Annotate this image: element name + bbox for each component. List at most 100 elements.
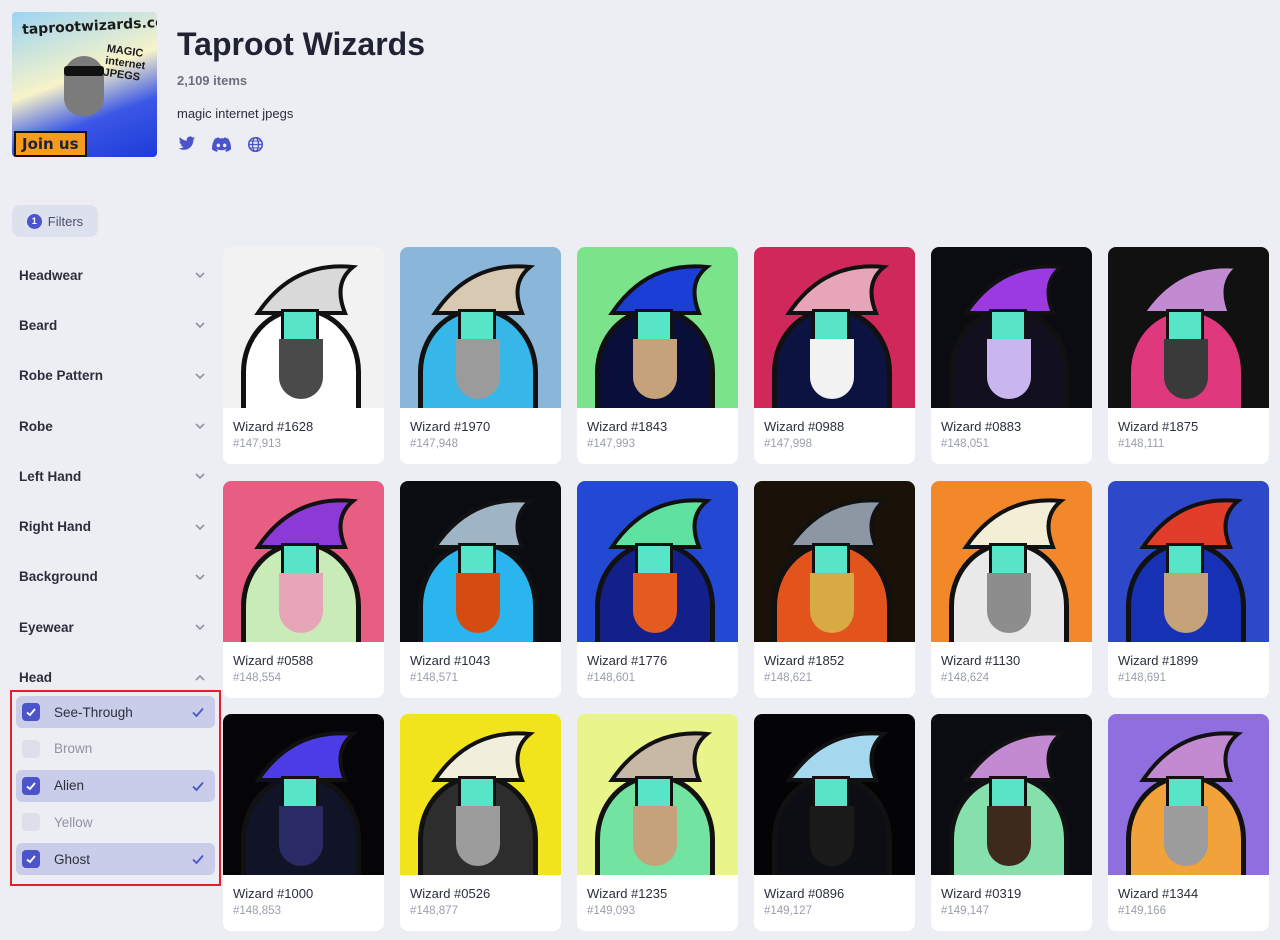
facet-background[interactable]: Background (12, 552, 216, 602)
chevron-down-icon (195, 272, 205, 279)
facet-label: Beard (19, 317, 58, 333)
checkbox-check-icon (26, 708, 36, 717)
facet-label: Robe (19, 418, 53, 434)
item-count: 2,109 items (177, 73, 248, 88)
nft-inscription-number: #148,554 (233, 672, 281, 684)
facet-left-hand[interactable]: Left Hand (12, 451, 216, 501)
nft-name: Wizard #0319 (941, 886, 1022, 901)
nft-card[interactable]: Wizard #1628 #147,913 (223, 247, 384, 464)
nft-card[interactable]: Wizard #1843 #147,993 (577, 247, 738, 464)
option-label: See-Through (54, 704, 133, 720)
head-option-yellow[interactable]: Yellow (16, 806, 215, 838)
option-label: Yellow (54, 814, 93, 830)
facet-label: Right Hand (19, 519, 91, 535)
facet-label: Robe Pattern (19, 368, 104, 384)
facet-robe[interactable]: Robe (12, 401, 216, 451)
nft-inscription-number: #147,993 (587, 438, 635, 450)
nft-name: Wizard #1899 (1118, 653, 1199, 668)
nft-card[interactable]: Wizard #1235 #149,093 (577, 714, 738, 931)
twitter-icon[interactable] (177, 134, 197, 154)
logo-sunglasses (64, 66, 104, 76)
nft-image (577, 481, 738, 642)
check-icon (192, 855, 204, 865)
facet-label: Background (19, 569, 98, 585)
nft-inscription-number: #149,093 (587, 905, 635, 917)
collection-header: taprootwizards.com MAGIC internet JPEGS … (12, 12, 712, 162)
checkbox-checked[interactable] (22, 703, 40, 721)
globe-icon[interactable] (245, 134, 265, 154)
nft-image (223, 481, 384, 642)
nft-image (931, 714, 1092, 875)
nft-card[interactable]: Wizard #1875 #148,111 (1108, 247, 1269, 464)
nft-inscription-number: #149,147 (941, 905, 989, 917)
option-label: Brown (54, 741, 93, 757)
nft-card[interactable]: Wizard #1970 #147,948 (400, 247, 561, 464)
nft-card[interactable]: Wizard #0896 #149,127 (754, 714, 915, 931)
nft-image (400, 247, 561, 408)
nft-name: Wizard #0988 (764, 419, 845, 434)
chevron-down-icon (195, 322, 205, 329)
nft-image (400, 481, 561, 642)
nft-inscription-number: #148,853 (233, 905, 281, 917)
facet-right-hand[interactable]: Right Hand (12, 501, 216, 551)
collection-description: magic internet jpegs (177, 106, 294, 121)
head-option-alien[interactable]: Alien (16, 769, 215, 802)
collection-logo[interactable]: taprootwizards.com MAGIC internet JPEGS … (12, 12, 157, 157)
chevron-down-icon (195, 524, 205, 530)
facet-robe-pattern[interactable]: Robe Pattern (12, 351, 216, 401)
checkbox-checked[interactable] (22, 850, 40, 869)
chevron-up-icon (195, 674, 205, 681)
head-option-brown[interactable]: Brown (16, 733, 215, 765)
nft-image (223, 247, 384, 408)
nft-name: Wizard #1628 (233, 419, 314, 434)
nft-image (754, 247, 915, 408)
discord-icon[interactable] (211, 134, 231, 154)
filter-sidebar: Headwear Beard Robe Pattern Robe Left Hand Ri… (12, 250, 216, 703)
nft-image (577, 714, 738, 875)
check-icon (192, 707, 204, 718)
head-option-see-through[interactable]: See-Through (16, 696, 215, 728)
head-options-panel: See-Through Brown Alien Yellow Ghost (10, 690, 221, 886)
option-label: Ghost (54, 851, 91, 867)
nft-card[interactable]: Wizard #1899 #148,691 (1108, 481, 1269, 698)
nft-card[interactable]: Wizard #1344 #149,166 (1108, 714, 1269, 931)
nft-inscription-number: #147,913 (233, 438, 281, 450)
facet-beard[interactable]: Beard (12, 300, 216, 350)
facet-eyewear[interactable]: Eyewear (12, 602, 216, 652)
nft-card[interactable]: Wizard #1852 #148,621 (754, 481, 915, 698)
checkbox-unchecked[interactable] (22, 813, 40, 832)
filters-button[interactable]: 1 Filters (12, 205, 98, 237)
nft-card[interactable]: Wizard #0526 #148,877 (400, 714, 561, 931)
nft-image (223, 714, 384, 875)
nft-card[interactable]: Wizard #1000 #148,853 (223, 714, 384, 931)
filters-button-label: Filters (47, 213, 84, 229)
nft-inscription-number: #149,127 (764, 905, 812, 917)
nft-card[interactable]: Wizard #1043 #148,571 (400, 481, 561, 698)
checkbox-checked[interactable] (22, 776, 40, 795)
facet-headwear[interactable]: Headwear (12, 250, 216, 300)
nft-image (1108, 481, 1269, 642)
nft-card[interactable]: Wizard #0588 #148,554 (223, 481, 384, 698)
nft-inscription-number: #148,691 (1118, 672, 1166, 684)
nft-inscription-number: #148,601 (587, 672, 635, 684)
head-option-ghost[interactable]: Ghost (16, 843, 215, 876)
nft-card[interactable]: Wizard #1776 #148,601 (577, 481, 738, 698)
nft-inscription-number: #147,948 (410, 438, 458, 450)
chevron-down-icon (195, 624, 205, 631)
option-label: Alien (54, 778, 85, 794)
nft-name: Wizard #0526 (410, 886, 491, 901)
logo-url-text: taprootwizards.com (21, 13, 157, 39)
nft-card[interactable]: Wizard #1130 #148,624 (931, 481, 1092, 698)
filters-count-badge: 1 (26, 213, 42, 229)
nft-card[interactable]: Wizard #0883 #148,051 (931, 247, 1092, 464)
nft-name: Wizard #1235 (587, 886, 668, 901)
nft-inscription-number: #148,111 (1118, 438, 1165, 450)
checkbox-check-icon (26, 855, 36, 864)
facet-label: Head (19, 670, 53, 686)
checkbox-unchecked[interactable] (22, 739, 40, 758)
nft-card[interactable]: Wizard #0319 #149,147 (931, 714, 1092, 931)
nft-name: Wizard #1875 (1118, 419, 1199, 434)
nft-card[interactable]: Wizard #0988 #147,998 (754, 247, 915, 464)
logo-join-badge: Join us (14, 131, 87, 157)
nft-name: Wizard #1344 (1118, 886, 1199, 901)
